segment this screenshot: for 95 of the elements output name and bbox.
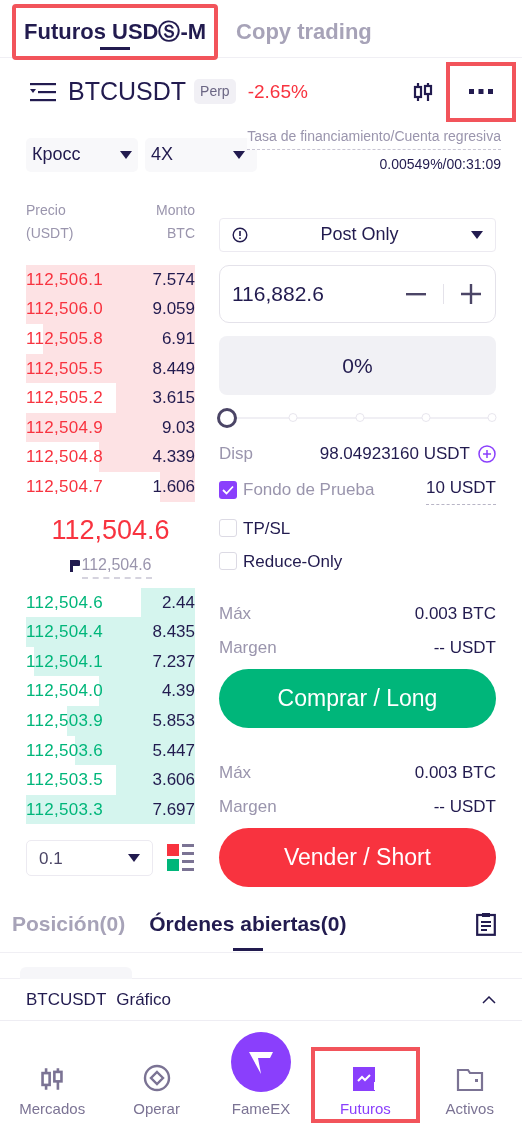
amount-cell-text: 5.447 <box>152 739 195 762</box>
info-icon <box>232 226 248 243</box>
price-cell-text: 112,504.9 <box>26 416 104 439</box>
checkbox[interactable] <box>219 552 237 571</box>
nav-item[interactable]: FameEX <box>208 1021 314 1121</box>
caret-icon <box>233 150 245 159</box>
plus-icon[interactable] <box>461 283 481 304</box>
minus-icon[interactable] <box>406 291 426 296</box>
amount-cell-text: 7.574 <box>152 268 195 291</box>
price-cell-text: 112,504.4 <box>26 621 104 644</box>
menu-icon[interactable] <box>30 81 56 102</box>
price-cell-text: 112,505.2 <box>26 387 104 410</box>
margin-value: -- USDT <box>433 637 496 660</box>
amount-cell-text: 4.39 <box>161 680 195 703</box>
amount-cell-text: 8.449 <box>152 357 195 380</box>
amount-cell-text: 2.44 <box>161 591 195 614</box>
amount-cell-text: 9.059 <box>152 298 195 321</box>
last-price: 112,504.6 <box>51 514 170 548</box>
precision-select[interactable]: 0.1 <box>26 840 153 877</box>
check-icon <box>222 484 234 495</box>
symbol-name[interactable]: BTCUSDT <box>68 73 187 111</box>
max-label: Máx <box>219 603 252 626</box>
max-value: 0.003 BTC <box>414 762 496 785</box>
more-button[interactable] <box>448 63 514 120</box>
candlestick-icon <box>412 80 434 103</box>
price-cell-text: 112,506.1 <box>26 268 104 291</box>
diamond-circle-icon <box>142 1064 171 1093</box>
caret-icon <box>471 230 483 239</box>
amount-cell-text: 3.606 <box>152 769 195 792</box>
amount-cell-text: 5.853 <box>152 709 195 732</box>
nav-item[interactable]: Operar <box>104 1049 209 1121</box>
price-change: -2.65% <box>247 79 308 104</box>
amount-cell-text: 9.03 <box>161 416 195 439</box>
flag-icon <box>69 559 80 572</box>
price-cell-text: 112,504.1 <box>26 650 104 673</box>
checkbox[interactable] <box>219 519 237 538</box>
column-unit: (USDT) <box>26 223 74 243</box>
checkbox[interactable] <box>219 480 237 499</box>
perp-badge: Perp <box>194 79 236 105</box>
available-value: 98.04923160 USDT <box>318 443 470 466</box>
amount-cell-text: 6.91 <box>161 328 195 350</box>
add-circle-icon[interactable] <box>478 444 496 463</box>
test-fund-label: Fondo de Prueba <box>243 479 376 502</box>
option-label: TP/SL <box>243 517 291 540</box>
amount-cell-text: 7.697 <box>152 798 195 821</box>
orders-tab[interactable]: Órdenes abiertas(0) <box>149 894 347 953</box>
amount-cell-text: 3.615 <box>152 387 195 410</box>
max-label: Máx <box>219 762 252 785</box>
nav-item[interactable]: Mercados <box>0 1049 105 1121</box>
wallet-icon <box>455 1066 484 1093</box>
candlestick-icon <box>39 1066 66 1093</box>
caret-icon <box>120 150 132 159</box>
available-label: Disp <box>219 443 253 466</box>
chevron-up-icon[interactable] <box>482 995 496 1004</box>
price-cell-text: 112,503.3 <box>26 798 104 821</box>
column-unit: BTC <box>167 223 195 243</box>
more-icon <box>469 89 493 95</box>
chart-bar-symbol[interactable]: BTCUSDT <box>26 986 107 1013</box>
mark-price: 112,504.6 <box>81 552 152 579</box>
column-header: Precio <box>26 200 67 220</box>
chart-bar-label[interactable]: Gráfico <box>116 986 482 1013</box>
amount-cell-text: 7.237 <box>152 650 195 673</box>
sell-button[interactable]: Vender / Short <box>219 827 496 887</box>
price-cell-text: 112,503.5 <box>26 769 104 792</box>
slider-thumb[interactable] <box>217 407 237 428</box>
price-cell-text: 112,504.8 <box>26 446 104 469</box>
option-label: Reduce-Only <box>243 550 343 573</box>
price-cell-text: 112,504.7 <box>26 476 104 498</box>
column-header: Monto <box>156 200 195 220</box>
price-cell-text: 112,503.6 <box>26 739 104 762</box>
amount-percent-field[interactable]: 0% <box>219 335 496 395</box>
price-cell-text: 112,505.8 <box>26 328 104 350</box>
price-cell-text: 112,506.0 <box>26 298 104 321</box>
amount-cell-text: 1.606 <box>152 476 195 498</box>
amount-cell-text: 8.435 <box>152 621 195 644</box>
test-fund-value[interactable]: 10 USDT <box>426 475 496 505</box>
amount-cell-text: 4.339 <box>152 446 195 469</box>
max-value: 0.003 BTC <box>414 603 496 626</box>
header-tab[interactable]: Futuros USDⓈ-M <box>14 5 217 58</box>
margin-value: -- USDT <box>433 796 496 819</box>
caret-icon <box>128 854 140 863</box>
price-cell-text: 112,504.6 <box>26 591 104 614</box>
order-type-select[interactable]: Post Only <box>219 217 496 252</box>
clipboard-icon[interactable] <box>476 911 496 936</box>
price-cell-text: 112,503.9 <box>26 709 104 732</box>
price-input[interactable]: 116,882.6 <box>219 264 496 323</box>
price-cell-text: 112,504.0 <box>26 680 104 703</box>
margin-mode-select[interactable]: Кросс <box>26 137 138 172</box>
margin-label: Margen <box>219 637 277 660</box>
margin-label: Margen <box>219 796 277 819</box>
nav-item[interactable]: Activos <box>417 1049 522 1121</box>
funding-value: 0.00549%/00:31:09 <box>379 154 501 174</box>
nav-item[interactable]: Futuros <box>313 1049 418 1121</box>
book-layout-icon[interactable] <box>167 843 195 874</box>
price-cell-text: 112,505.5 <box>26 357 104 380</box>
